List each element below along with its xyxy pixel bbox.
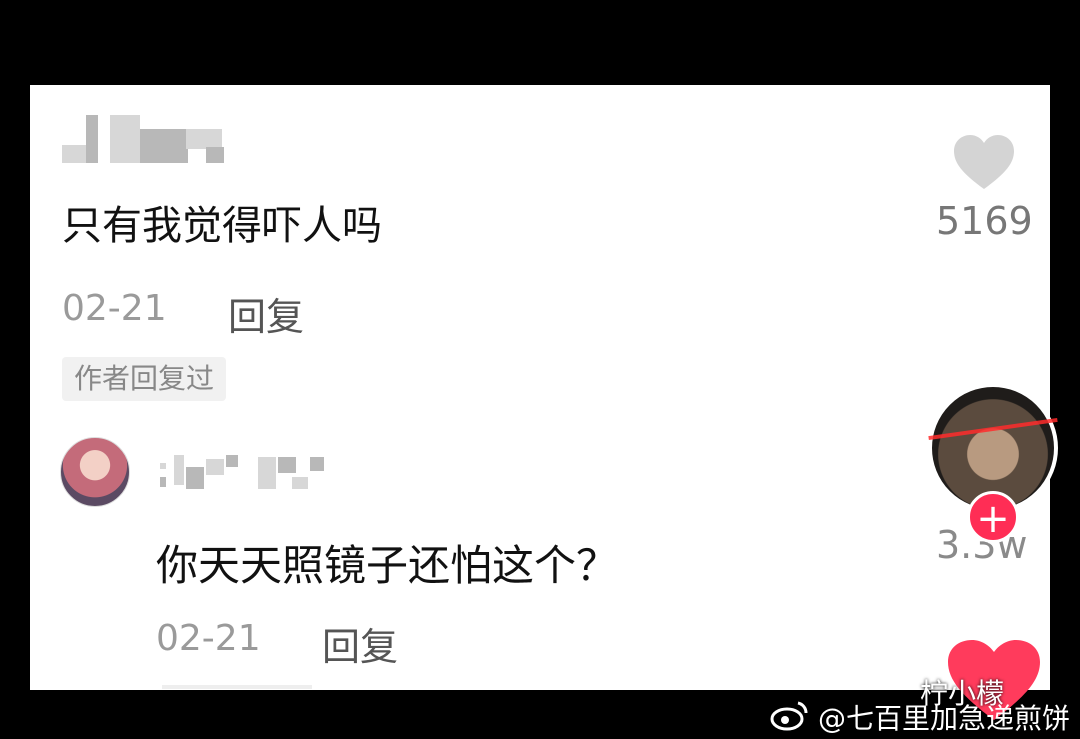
weibo-logo-icon [770, 701, 808, 731]
comment-panel: 只有我觉得吓人吗 02-21 回复 作者回复过 5169 你天天照镜子还怕这个？… [30, 85, 1050, 690]
heart-icon[interactable] [952, 133, 1016, 191]
watermark-bottom: @七百里加急递煎饼 [818, 702, 1071, 735]
author-replied-badge: 作者回复过 [62, 357, 227, 401]
comment-date-1: 02-21 [62, 288, 167, 329]
reply-button-1[interactable]: 回复 [228, 286, 304, 341]
avatar[interactable] [60, 437, 130, 507]
comment-text-2: 你天天照镜子还怕这个？ [156, 541, 619, 590]
reply-button-2[interactable]: 回复 [322, 616, 398, 671]
divider [162, 685, 312, 689]
comment-text-1: 只有我觉得吓人吗 [62, 203, 382, 249]
follow-plus-button[interactable]: + [967, 491, 1019, 543]
like-count-1: 5169 [936, 199, 1033, 243]
comment-date-2: 02-21 [156, 618, 261, 659]
